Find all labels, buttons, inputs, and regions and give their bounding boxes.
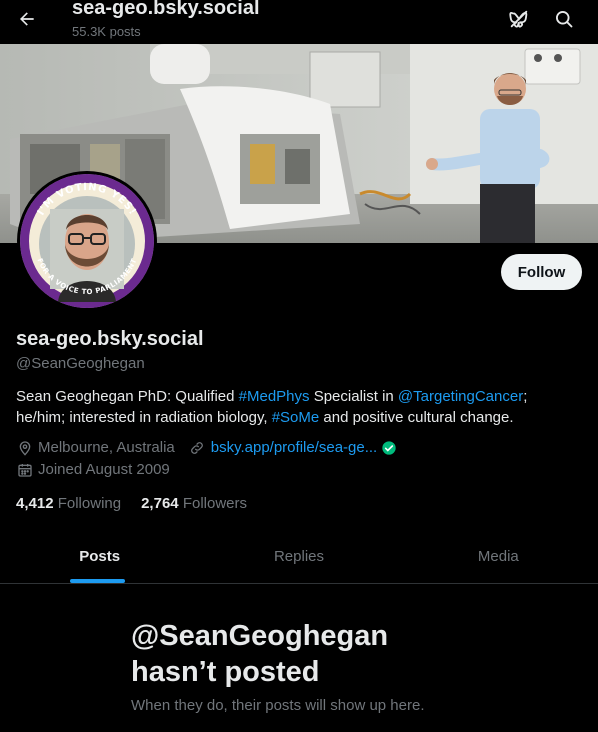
display-name: sea-geo.bsky.social bbox=[16, 328, 204, 350]
bluesky-button[interactable] bbox=[507, 7, 531, 31]
following-count: 4,412 bbox=[16, 495, 54, 512]
bio-text: Sean Geoghegan PhD: Qualified bbox=[16, 388, 239, 405]
top-bar: sea-geo.bsky.social 55.3K posts bbox=[0, 0, 598, 44]
avatar[interactable]: I'M VOTING YES! FOR A VOICE TO PARLIAMEN… bbox=[17, 171, 157, 311]
bio-text: he/him; interested in radiation biology, bbox=[16, 409, 272, 426]
followers-label: Followers bbox=[182, 495, 247, 512]
following-label: Following bbox=[57, 495, 122, 512]
link-icon bbox=[189, 439, 206, 456]
hashtag-link[interactable]: #SoMe bbox=[272, 409, 320, 426]
post-count: 55.3K posts bbox=[72, 24, 141, 39]
bio: Sean Geoghegan PhD: Qualified #MedPhys S… bbox=[16, 386, 582, 428]
tab-label: Media bbox=[477, 548, 519, 565]
follow-stats: 4,412 Following 2,764 Followers bbox=[16, 495, 247, 512]
bio-text: ; bbox=[523, 388, 528, 405]
joined-text: Joined August 2009 bbox=[38, 461, 170, 478]
tab-label: Posts bbox=[79, 548, 121, 565]
website-link[interactable]: bsky.app/profile/sea-ge... bbox=[211, 439, 377, 456]
empty-state-subtitle: When they do, their posts will show up h… bbox=[131, 697, 425, 714]
header-title: sea-geo.bsky.social bbox=[72, 0, 260, 19]
handle: @SeanGeoghegan bbox=[16, 355, 145, 372]
tab-replies[interactable]: Replies bbox=[199, 530, 398, 583]
avatar-image: I'M VOTING YES! FOR A VOICE TO PARLIAMEN… bbox=[20, 174, 154, 308]
follow-button[interactable]: Follow bbox=[501, 254, 582, 290]
tab-label: Replies bbox=[273, 548, 324, 565]
back-button[interactable] bbox=[14, 6, 40, 32]
empty-state-title-line: @SeanGeoghegan bbox=[131, 620, 389, 652]
butterfly-slash-icon bbox=[509, 10, 528, 28]
search-icon bbox=[556, 11, 573, 28]
hashtag-link[interactable]: #MedPhys bbox=[239, 388, 310, 405]
profile-tabs: Posts Replies Media bbox=[0, 530, 598, 584]
arrow-left-icon bbox=[20, 12, 34, 26]
empty-state-title: @SeanGeoghegan hasn’t posted bbox=[131, 618, 471, 690]
location-icon bbox=[16, 439, 33, 456]
bio-text: and positive cultural change. bbox=[319, 409, 514, 426]
empty-state-title-line: hasn’t posted bbox=[131, 656, 320, 688]
tab-media[interactable]: Media bbox=[399, 530, 598, 583]
verified-icon bbox=[380, 439, 397, 456]
location-text: Melbourne, Australia bbox=[38, 439, 175, 456]
profile-meta-row: Melbourne, Australia bsky.app/profile/se… bbox=[16, 439, 402, 456]
followers-count: 2,764 bbox=[141, 495, 179, 512]
followers-stat[interactable]: 2,764 Followers bbox=[141, 495, 247, 512]
bio-text: Specialist in bbox=[309, 388, 398, 405]
tab-posts[interactable]: Posts bbox=[0, 530, 199, 583]
following-stat[interactable]: 4,412 Following bbox=[16, 495, 121, 512]
mention-link[interactable]: @TargetingCancer bbox=[398, 388, 523, 405]
active-tab-indicator bbox=[70, 579, 125, 583]
search-button[interactable] bbox=[552, 7, 576, 31]
calendar-icon bbox=[16, 461, 33, 478]
joined-row: Joined August 2009 bbox=[16, 461, 170, 478]
